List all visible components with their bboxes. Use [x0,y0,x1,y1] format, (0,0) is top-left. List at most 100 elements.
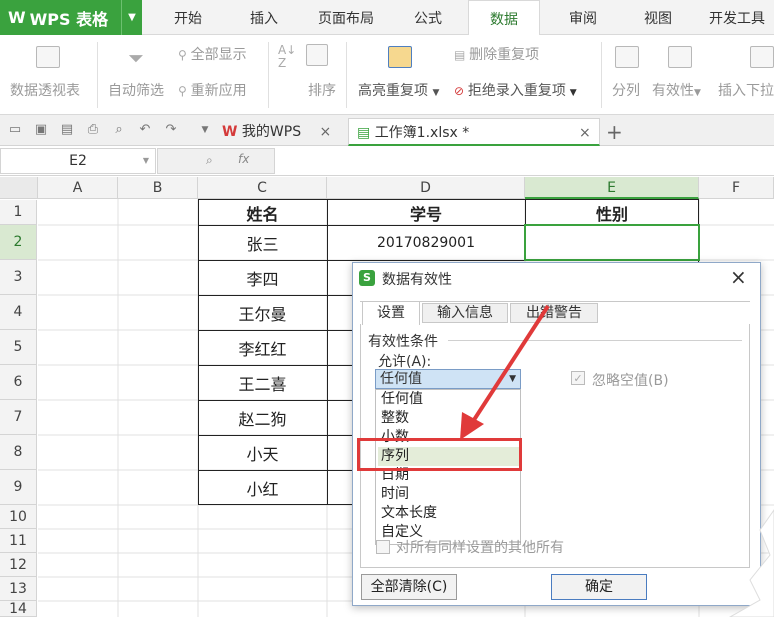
reapply-label: 重新应用 [190,83,247,99]
select-all-corner[interactable] [0,177,38,199]
tab-my-wps-label: 我的WPS [241,124,302,140]
reject-duplicates-label: 拒绝录入重复项 [467,83,566,99]
row-header-2[interactable]: 2 [0,225,37,260]
tab-formulas[interactable]: 公式 [400,0,456,35]
sort-button[interactable]: A↓ Z 排序 [278,42,340,104]
apply-all-label: 对所有同样设置的其他所有 [396,540,564,556]
validity-conditions-heading: 有效性条件 [368,334,438,350]
allow-select-value: 任何值 [380,371,422,387]
remove-duplicates-button[interactable]: ▤ 删除重复项 [454,44,540,63]
row-header-11[interactable]: 11 [0,529,37,553]
sort-asc-icon: A↓ Z [278,43,297,70]
app-menu-button[interactable]: W WPS 表格 ▼ [0,0,142,35]
insert-dropdown-label: 插入下拉 [718,83,774,99]
column-header-e[interactable]: E [525,177,699,199]
validity-button[interactable]: 有效性▼ [652,40,712,112]
show-all-button[interactable]: ⚲ 全部显示 [178,44,247,63]
export-pdf-icon[interactable]: ▤ [60,123,74,137]
reapply-button[interactable]: ⚲ 重新应用 [178,80,247,99]
column-header-c[interactable]: C [198,177,327,199]
highlight-duplicates-button[interactable]: 高亮重复项 ▼ [356,40,448,112]
chevron-down-icon[interactable]: ▼ [198,123,212,137]
tab-workbook[interactable]: ▤ 工作簿1.xlsx * × [348,118,600,146]
tab-insert[interactable]: 插入 [236,0,292,35]
row-header-3[interactable]: 3 [0,260,37,295]
option-time[interactable]: 时间 [378,485,520,504]
ignore-blank-checkbox[interactable]: ✓ [571,371,585,385]
tab-my-wps[interactable]: W 我的WPS × [222,118,344,146]
tab-data[interactable]: 数据 [468,0,540,36]
row-header-6[interactable]: 6 [0,365,37,400]
save-icon[interactable]: ▣ [34,123,48,137]
row-header-9[interactable]: 9 [0,470,37,505]
cell-c8[interactable]: 小天 [198,435,327,470]
row-header-12[interactable]: 12 [0,553,37,577]
sort-label: 排序 [308,83,336,99]
redo-icon[interactable]: ↷ [164,123,178,137]
active-cell-e2[interactable] [524,224,700,261]
new-tab-icon[interactable]: + [606,118,626,146]
formula-input[interactable] [275,148,774,174]
close-icon[interactable]: × [320,124,332,140]
name-box[interactable]: E2 ▼ [0,148,156,174]
allow-label: 允许(A): [378,354,432,370]
row-header-8[interactable]: 8 [0,435,37,470]
cell-c6[interactable]: 王二喜 [198,365,327,400]
undo-icon[interactable]: ↶ [138,123,152,137]
clear-all-button[interactable]: 全部清除(C) [361,574,457,600]
app-title: WPS 表格 [29,9,109,29]
row-header-1[interactable]: 1 [0,200,37,225]
ribbon-separator [346,42,347,108]
column-header-f[interactable]: F [699,177,774,199]
insert-dropdown-button[interactable]: 插入下拉 [716,40,774,112]
close-icon[interactable]: × [579,119,591,147]
validity-icon [668,46,692,68]
row-header-14[interactable]: 14 [0,601,37,617]
remove-duplicates-label: 删除重复项 [469,47,540,63]
ignore-blank-label: 忽略空值(B) [592,373,669,389]
cell-c4[interactable]: 王尔曼 [198,295,327,330]
cell-c2[interactable]: 张三 [198,225,327,260]
column-header-a[interactable]: A [38,177,118,199]
chevron-down-icon: ▼ [569,88,577,98]
annotation-arrow [460,304,550,440]
tab-start[interactable]: 开始 [160,0,216,35]
cell-c9[interactable]: 小红 [198,470,327,505]
cell-d2[interactable]: 20170829001 [327,225,525,260]
apply-all-checkbox[interactable] [376,540,390,554]
cell-c1[interactable]: 姓名 [198,200,327,225]
tab-view[interactable]: 视图 [630,0,686,35]
fx-icon[interactable]: fx [238,152,249,166]
row-header-10[interactable]: 10 [0,505,37,529]
print-preview-icon[interactable]: ⌕ [112,123,126,137]
insert-dropdown-icon [750,46,774,68]
column-header-d[interactable]: D [327,177,525,199]
ribbon-separator [601,42,602,108]
reject-duplicates-icon: ⊘ [454,84,465,98]
tab-page-layout[interactable]: 页面布局 [305,0,387,35]
zoom-icon[interactable]: ⌕ [206,153,213,168]
autofilter-button[interactable]: ⏷ 自动筛选 [108,40,170,112]
close-icon[interactable]: × [730,265,747,289]
open-folder-icon[interactable]: ▭ [8,123,22,137]
chevron-down-icon[interactable]: ▼ [121,0,142,35]
highlight-duplicates-icon [388,46,412,68]
row-header-13[interactable]: 13 [0,577,37,601]
row-header-5[interactable]: 5 [0,330,37,365]
print-icon[interactable]: ⎙ [86,123,100,137]
cell-d1[interactable]: 学号 [327,200,525,225]
reject-duplicates-button[interactable]: ⊘ 拒绝录入重复项 ▼ [454,80,577,99]
option-text-length[interactable]: 文本长度 [378,504,520,523]
cell-c5[interactable]: 李红红 [198,330,327,365]
split-columns-button[interactable]: 分列 [608,40,648,112]
cell-c3[interactable]: 李四 [198,260,327,295]
column-header-b[interactable]: B [118,177,198,199]
tab-developer[interactable]: 开发工具 [700,0,774,35]
tab-review[interactable]: 审阅 [555,0,611,35]
cell-e1[interactable]: 性别 [525,200,699,225]
cell-c7[interactable]: 赵二狗 [198,400,327,435]
pivot-table-button[interactable]: 数据透视表 [10,40,86,112]
row-header-4[interactable]: 4 [0,295,37,330]
row-header-7[interactable]: 7 [0,400,37,435]
dialog-tab-settings[interactable]: 设置 [362,301,420,325]
